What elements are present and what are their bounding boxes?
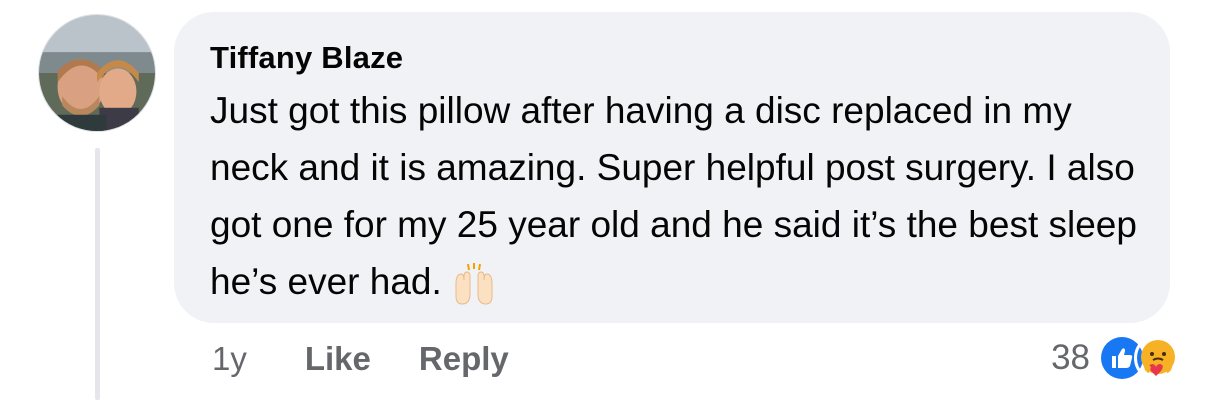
like-button[interactable]: Like: [305, 340, 371, 378]
comment-author[interactable]: Tiffany Blaze: [210, 40, 1134, 76]
raising-hands-icon: [455, 263, 493, 305]
author-avatar[interactable]: [38, 14, 156, 132]
comment-actions: 1y Like Reply: [212, 340, 557, 378]
care-reaction-icon: [1134, 334, 1182, 382]
comment-bubble: Tiffany Blaze Just got this pillow after…: [174, 12, 1170, 323]
comment-age[interactable]: 1y: [212, 340, 247, 378]
avatar-photo: [39, 15, 155, 131]
comment-text: Just got this pillow after having a disc…: [210, 90, 1137, 302]
reaction-count: 38: [1051, 338, 1090, 377]
thread-line: [95, 148, 100, 400]
reactions-summary[interactable]: 38: [1051, 334, 1182, 382]
comment-body: Just got this pillow after having a disc…: [210, 82, 1140, 310]
reply-button[interactable]: Reply: [419, 340, 509, 378]
